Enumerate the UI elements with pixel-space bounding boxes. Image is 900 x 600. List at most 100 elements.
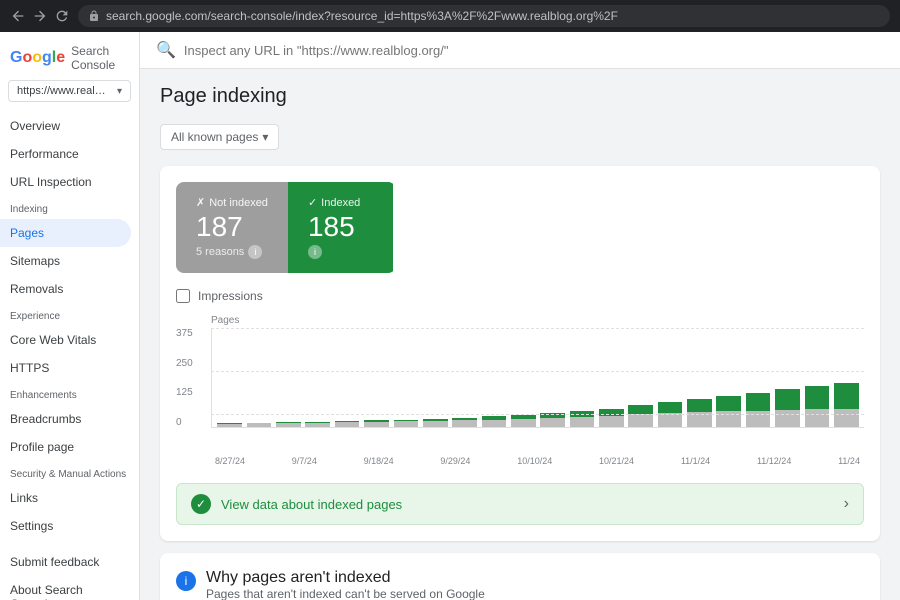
- sidebar-item-label: Core Web Vitals: [10, 333, 96, 347]
- chart-guideline-2: [211, 414, 864, 415]
- bar-not-indexed: [276, 423, 301, 427]
- sidebar-item-settings[interactable]: Settings: [0, 512, 131, 540]
- sidebar-item-submit-feedback[interactable]: Submit feedback: [0, 548, 131, 576]
- sidebar-item-removals[interactable]: Removals: [0, 275, 131, 303]
- bar-not-indexed: [335, 422, 360, 427]
- impressions-checkbox[interactable]: [176, 289, 190, 303]
- view-data-row[interactable]: ✓ View data about indexed pages ›: [176, 483, 864, 525]
- indexed-info-icon[interactable]: i: [308, 245, 322, 259]
- indexed-label: Indexed: [321, 197, 360, 209]
- bar-group: [598, 328, 625, 427]
- bar-not-indexed: [394, 421, 419, 427]
- browser-nav-icons[interactable]: [10, 8, 70, 24]
- bar-group: [568, 328, 595, 427]
- view-data-arrow-icon: ›: [844, 495, 849, 513]
- why-not-content: Why pages aren't indexed Pages that aren…: [206, 569, 485, 600]
- indexed-subtitle: i: [308, 245, 373, 259]
- not-indexed-count: 187: [196, 213, 268, 241]
- sidebar-item-sitemaps[interactable]: Sitemaps: [0, 247, 131, 275]
- x-label: 10/10/24: [517, 456, 552, 466]
- filter-dropdown[interactable]: All known pages ▾: [160, 124, 279, 150]
- page-title: Page indexing: [160, 85, 880, 108]
- sidebar-item-links[interactable]: Links: [0, 484, 131, 512]
- bar-indexed: [599, 409, 624, 416]
- not-indexed-subtitle: 5 reasons i: [196, 245, 268, 259]
- property-selector[interactable]: https://www.realblo... ▾: [8, 80, 131, 102]
- bar-group: [539, 328, 566, 427]
- browser-top-bar: search.google.com/search-console/index?r…: [0, 0, 900, 32]
- sidebar-item-about[interactable]: About Search Console: [0, 576, 131, 600]
- impressions-row: Impressions: [176, 289, 864, 303]
- bar-indexed: [834, 383, 859, 408]
- bar-group: [216, 328, 243, 427]
- sidebar-item-profile-page[interactable]: Profile page: [0, 433, 131, 461]
- sidebar-item-breadcrumbs[interactable]: Breadcrumbs: [0, 405, 131, 433]
- back-icon[interactable]: [10, 8, 26, 24]
- bar-indexed: [687, 399, 712, 412]
- impressions-label: Impressions: [198, 289, 263, 303]
- why-not-subtitle: Pages that aren't indexed can't be serve…: [206, 587, 485, 600]
- bar-group: [245, 328, 272, 427]
- sidebar-item-core-web-vitals[interactable]: Core Web Vitals: [0, 326, 131, 354]
- bar-group: [422, 328, 449, 427]
- x-label: 8/27/24: [215, 456, 245, 466]
- filter-row: All known pages ▾: [160, 124, 880, 150]
- bar-group: [480, 328, 507, 427]
- bar-group: [304, 328, 331, 427]
- chevron-down-icon: ▾: [117, 86, 122, 97]
- sidebar-item-label: HTTPS: [10, 361, 49, 375]
- stats-container: ✗ Not indexed 187 5 reasons i ✓ Indexed: [160, 166, 880, 541]
- bar-not-indexed: [805, 409, 830, 427]
- enhancements-section-label: Enhancements: [0, 382, 139, 405]
- bar-indexed: [658, 402, 683, 413]
- filter-chevron-icon: ▾: [262, 130, 268, 144]
- url-inspect-input[interactable]: [184, 43, 884, 58]
- sidebar-item-https[interactable]: HTTPS: [0, 354, 131, 382]
- sidebar-item-label: Overview: [10, 119, 60, 133]
- why-not-title: Why pages aren't indexed: [206, 569, 485, 587]
- x-label: 9/7/24: [292, 456, 317, 466]
- sidebar-item-performance[interactable]: Performance: [0, 140, 131, 168]
- sidebar-logo-text: Search Console: [71, 44, 129, 72]
- sidebar-item-label: Links: [10, 491, 38, 505]
- top-search-row: 🔍: [140, 32, 900, 69]
- bar-indexed: [805, 386, 830, 409]
- sidebar-header: Google Search Console: [0, 32, 139, 80]
- sidebar-item-pages[interactable]: Pages: [0, 219, 131, 247]
- bar-group: [451, 328, 478, 427]
- sidebar-item-label: Performance: [10, 147, 79, 161]
- bar-group: [715, 328, 742, 427]
- bar-indexed: [746, 393, 771, 411]
- index-cards: ✗ Not indexed 187 5 reasons i ✓ Indexed: [176, 182, 396, 273]
- sidebar-item-overview[interactable]: Overview: [0, 112, 131, 140]
- sidebar-item-label: URL Inspection: [10, 175, 92, 189]
- bar-not-indexed: [217, 424, 242, 427]
- sidebar-item-label: Submit feedback: [10, 555, 99, 569]
- bar-group: [803, 328, 830, 427]
- bar-not-indexed: [364, 422, 389, 427]
- chart-pages-label: Pages: [176, 315, 864, 326]
- filter-label: All known pages: [171, 130, 258, 144]
- forward-icon[interactable]: [32, 8, 48, 24]
- bar-group: [656, 328, 683, 427]
- chart-y-labels: 375 250 125 0: [176, 328, 211, 428]
- address-bar[interactable]: search.google.com/search-console/index?r…: [78, 5, 890, 27]
- chart-container: Pages 375 250 125 0: [176, 315, 864, 475]
- x-label: 10/21/24: [599, 456, 634, 466]
- indexed-check-icon: ✓: [308, 196, 317, 209]
- not-indexed-info-icon[interactable]: i: [248, 245, 262, 259]
- main-content-wrapper: 🔍 Page indexing All known pages ▾ ✗: [140, 32, 900, 600]
- refresh-icon[interactable]: [54, 8, 70, 24]
- search-icon: 🔍: [156, 40, 176, 60]
- sidebar-item-url-inspection[interactable]: URL Inspection: [0, 168, 131, 196]
- sidebar-item-label: Pages: [10, 226, 44, 240]
- x-label: 11/24: [838, 456, 860, 466]
- sidebar-item-label: Breadcrumbs: [10, 412, 81, 426]
- not-indexed-icon: ✗: [196, 196, 205, 209]
- info-icon: i: [176, 571, 196, 591]
- view-data-check-icon: ✓: [191, 494, 211, 514]
- indexed-count: 185: [308, 213, 373, 241]
- bar-not-indexed: [305, 423, 330, 427]
- bar-not-indexed: [658, 413, 683, 427]
- x-label: 11/1/24: [681, 456, 710, 466]
